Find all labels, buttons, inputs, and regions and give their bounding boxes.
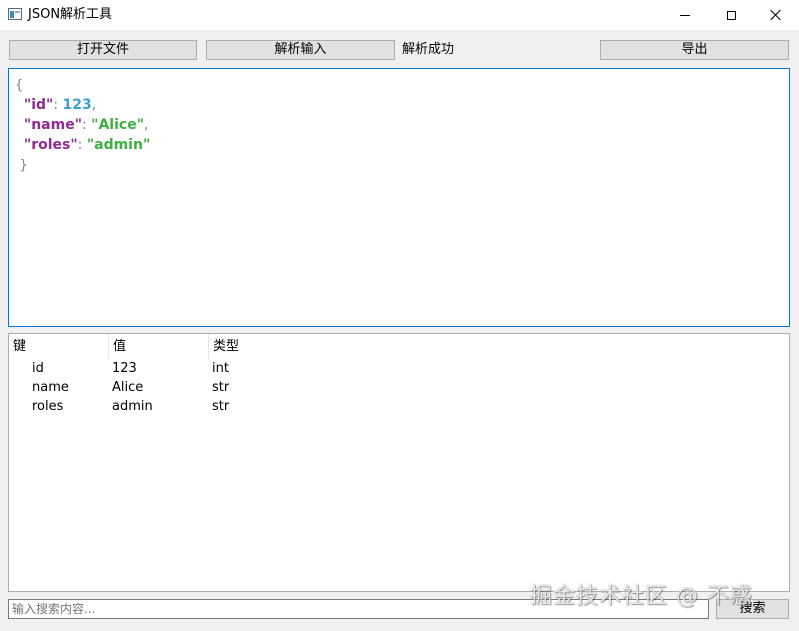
maximize-button[interactable] [708,0,754,30]
window-title: JSON解析工具 [28,7,113,22]
json-key: "name" [23,117,82,133]
code-line: } [15,155,783,175]
parse-status-label: 解析成功 [402,42,455,57]
open-brace: { [15,78,24,93]
export-button[interactable]: 导出 [600,40,789,60]
table-row[interactable]: roles admin str [9,397,789,416]
row-type: int [212,361,229,376]
table-row[interactable]: id 123 int [9,359,789,378]
row-value: Alice [112,380,144,395]
row-type: str [212,380,230,395]
column-header-type[interactable]: 类型 [209,334,309,359]
json-value: "admin" [86,137,151,153]
row-value: 123 [112,361,137,376]
watermark-text: 掘金技术社区 @ 不惑 [530,584,753,609]
column-header-value[interactable]: 值 [109,334,209,359]
json-tree-view[interactable]: 键 值 类型 id 123 int name Alice str roles a… [8,333,790,592]
code-line: "id": 123, [23,97,97,113]
row-key: roles [32,399,64,414]
column-header-key[interactable]: 键 [9,334,109,359]
code-line: "name": "Alice", [23,117,149,133]
open-file-button[interactable]: 打开文件 [9,40,197,60]
minimize-button[interactable] [662,0,708,30]
json-key: "id" [23,97,54,113]
row-type: str [212,399,230,414]
row-value: admin [112,399,153,414]
json-editor[interactable]: { "id": 123, "name": "Alice", "roles": "… [8,68,790,327]
table-row[interactable]: name Alice str [9,378,789,397]
title-bar: JSON解析工具 [0,0,799,30]
json-key: "roles" [23,137,78,153]
close-button[interactable] [753,0,799,30]
parse-input-button[interactable]: 解析输入 [206,40,395,60]
row-key: name [32,380,69,395]
tree-header: 键 值 类型 [9,334,789,359]
json-value: 123 [62,97,92,113]
maximize-icon [726,10,736,20]
close-brace: } [19,158,28,173]
code-line: "roles": "admin" [23,137,151,153]
code-line: { [15,75,783,95]
close-icon [770,9,782,21]
json-value: "Alice" [91,117,144,133]
minimize-icon [680,14,690,16]
app-window: JSON解析工具 打开文件 解析输入 解析成功 导出 { "id": 123, … [0,0,799,631]
app-window-icon [8,8,22,20]
row-key: id [32,361,44,376]
